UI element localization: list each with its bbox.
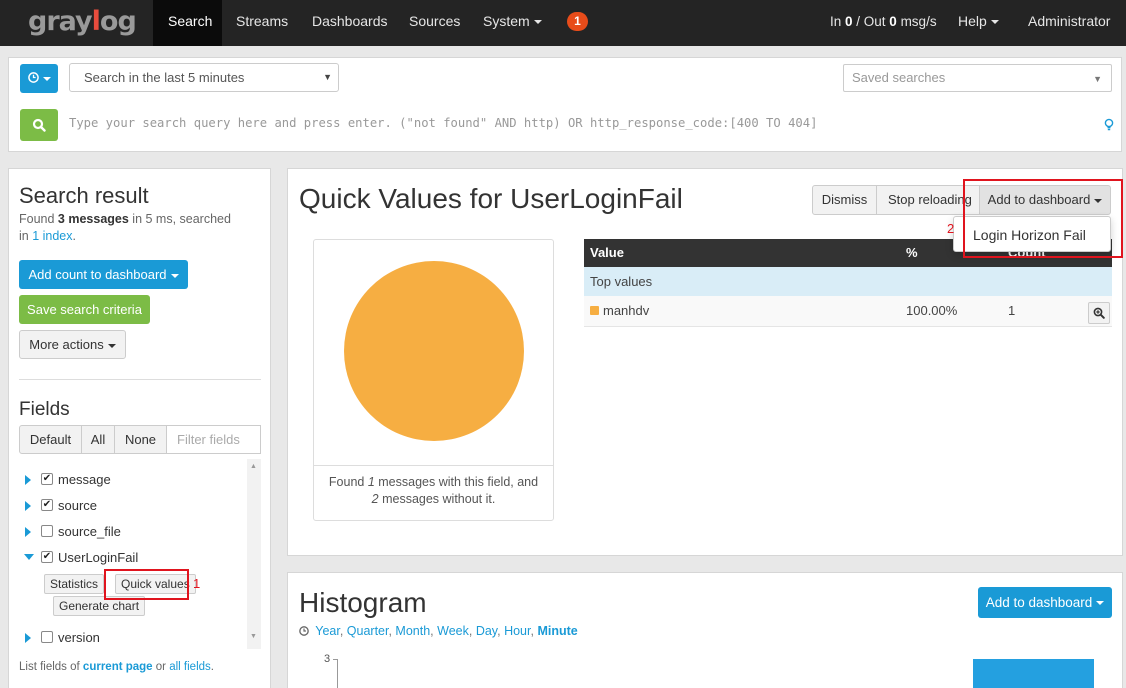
chevron-down-icon (107, 343, 116, 348)
checkbox-unchecked-icon[interactable] (41, 631, 53, 643)
zoom-in-icon (1093, 307, 1105, 319)
save-search-criteria-button[interactable]: Save search criteria (19, 295, 150, 324)
saved-searches-select[interactable]: Saved searches ▼ (843, 64, 1112, 92)
expand-icon[interactable] (25, 633, 31, 643)
histogram-y-tick: 3 (324, 653, 331, 665)
checkbox-unchecked-icon[interactable] (41, 525, 53, 537)
annotation-number-1: 1 (193, 576, 201, 591)
histogram-resolution-selector: Year, Quarter, Month, Week, Day, Hour, M… (299, 624, 578, 638)
legend-swatch (590, 306, 599, 315)
search-bar: Search in the last 5 minutes ▼ Saved sear… (8, 57, 1122, 152)
nav-streams[interactable]: Streams (221, 0, 303, 46)
annotation-number-2: 2 (947, 221, 955, 236)
column-header-value: Value (590, 245, 624, 260)
resolution-hour[interactable]: Hour (504, 624, 530, 638)
resolution-minute[interactable]: Minute (537, 624, 577, 638)
scrollbar[interactable]: ▲ ▼ (247, 459, 261, 649)
add-count-to-dashboard-button[interactable]: Add count to dashboard (19, 260, 188, 289)
divider (314, 465, 553, 466)
histogram-title: Histogram (299, 587, 427, 618)
statistics-button[interactable]: Statistics (44, 574, 105, 594)
resolution-year[interactable]: Year (315, 624, 340, 638)
resolution-quarter[interactable]: Quarter (347, 624, 389, 638)
filter-none-button[interactable]: None (114, 425, 167, 454)
histogram-add-to-dashboard-button[interactable]: Add to dashboard (978, 587, 1112, 618)
divider (19, 379, 261, 380)
search-icon (32, 118, 46, 132)
nav-sources[interactable]: Sources (394, 0, 475, 46)
table-row: manhdv 100.00% 1 (584, 296, 1112, 327)
annotation-box-2 (963, 179, 1123, 258)
chevron-down-icon: ▼ (323, 72, 332, 82)
lightbulb-icon[interactable] (1104, 118, 1114, 132)
filter-default-button[interactable]: Default (19, 425, 82, 454)
dismiss-button[interactable]: Dismiss (812, 185, 877, 215)
search-result-title: Search result (19, 183, 149, 208)
field-list: ▲ ▼ ✔ message ✔ source source_file ✔ Use… (19, 459, 261, 649)
pie-chart-card: Found 1 messages with this field, and 2 … (313, 239, 554, 521)
nav-system[interactable]: System (468, 0, 557, 46)
clock-icon (27, 72, 39, 83)
zoom-in-button[interactable] (1088, 302, 1110, 324)
search-query-input[interactable]: Type your search query here and press en… (69, 116, 817, 130)
filter-fields-input[interactable]: Filter fields (166, 425, 261, 454)
collapse-icon[interactable] (24, 554, 34, 560)
histogram-bar[interactable] (973, 659, 1094, 688)
filter-all-button[interactable]: All (81, 425, 115, 454)
value-cell: manhdv (603, 303, 650, 318)
histogram-panel: Histogram Add to dashboard Year, Quarter… (287, 572, 1123, 688)
resolution-month[interactable]: Month (395, 624, 430, 638)
nav-user-menu[interactable]: Administrator (1013, 0, 1126, 68)
chevron-down-icon (990, 20, 999, 25)
pie-caption: Found 1 messages with this field, and 2 … (328, 475, 539, 506)
index-link[interactable]: 1 index (32, 229, 72, 243)
chevron-down-icon (1096, 601, 1105, 606)
notification-badge[interactable]: 1 (567, 12, 588, 31)
expand-icon[interactable] (25, 527, 31, 537)
expand-icon[interactable] (25, 501, 31, 511)
column-header-percent: % (906, 245, 918, 260)
table-subheader: Top values (584, 267, 1112, 296)
resolution-day[interactable]: Day (476, 624, 497, 638)
more-actions-button[interactable]: More actions (19, 330, 126, 359)
annotation-box-1 (104, 569, 189, 600)
quick-values-title: Quick Values for UserLoginFail (299, 183, 683, 214)
pie-chart (344, 261, 524, 441)
graylog-logo[interactable]: graylog (28, 6, 137, 37)
throughput-indicator: In 0 / Out 0 msg/s (830, 14, 937, 29)
chevron-down-icon: ▼ (1093, 74, 1102, 84)
chevron-down-icon (170, 273, 179, 278)
all-fields-link[interactable]: all fields (169, 661, 211, 673)
histogram-y-axis (337, 659, 338, 688)
nav-search[interactable]: Search (153, 0, 222, 46)
nav-help[interactable]: Help (943, 0, 1014, 46)
chevron-down-icon (42, 76, 51, 81)
pie-slice-manhdv[interactable] (344, 261, 524, 441)
top-navbar: graylog Search Streams Dashboards Source… (0, 0, 1126, 68)
nav-dashboards[interactable]: Dashboards (297, 0, 403, 46)
clock-icon (299, 626, 309, 636)
search-button[interactable] (20, 109, 58, 141)
search-result-sidebar: Search result Found 3 messages in 5 ms, … (8, 168, 271, 688)
list-fields-note: List fields of current page or all field… (19, 661, 214, 673)
chevron-down-icon (533, 20, 542, 25)
percent-cell: 100.00% (906, 303, 958, 318)
current-page-link[interactable]: current page (83, 661, 153, 673)
search-result-summary: Found 3 messages in 5 ms, searched in 1 … (19, 212, 231, 243)
count-cell: 1 (1008, 303, 1016, 318)
time-range-select[interactable]: Search in the last 5 minutes ▼ (69, 63, 339, 92)
checkbox-checked-icon[interactable]: ✔ (41, 473, 53, 485)
expand-icon[interactable] (25, 475, 31, 485)
time-range-type-button[interactable] (20, 64, 58, 93)
histogram-y-tick-mark (333, 659, 338, 660)
resolution-week[interactable]: Week (437, 624, 469, 638)
checkbox-checked-icon[interactable]: ✔ (41, 499, 53, 511)
fields-title: Fields (19, 399, 70, 420)
checkbox-checked-icon[interactable]: ✔ (41, 551, 53, 563)
